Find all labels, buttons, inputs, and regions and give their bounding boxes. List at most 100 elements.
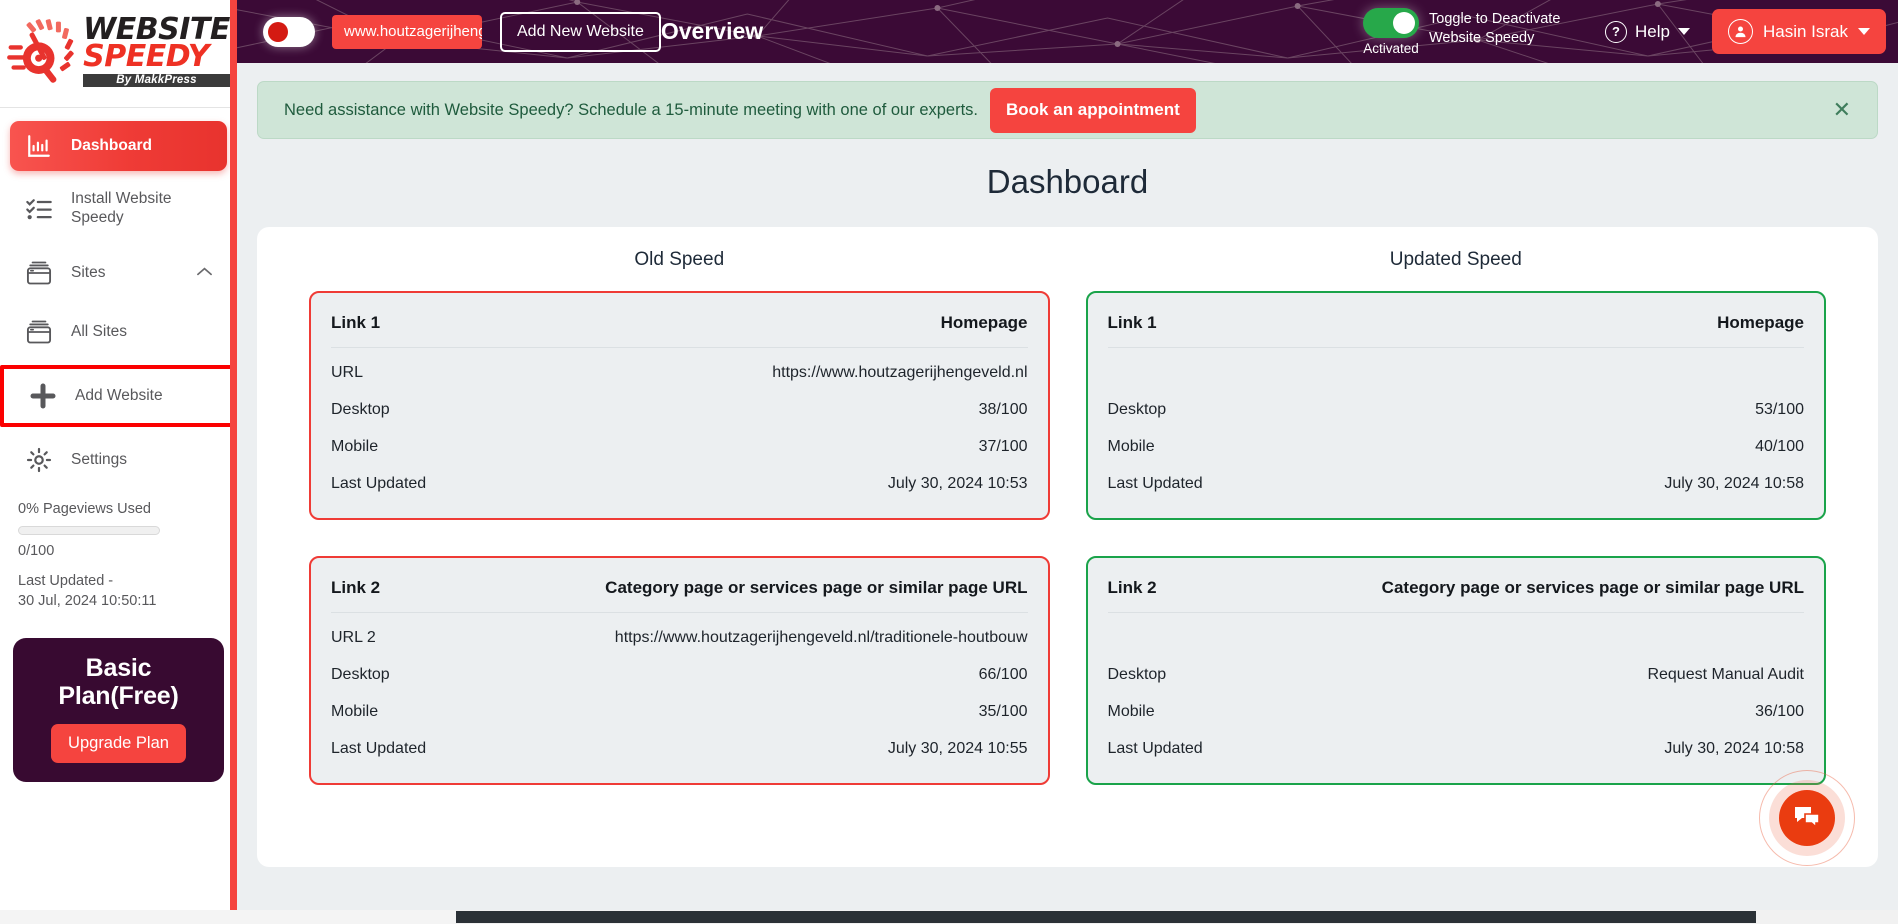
plan-name: Basic Plan(Free) xyxy=(58,654,179,710)
table-row: Mobile 35/100 xyxy=(331,687,1028,724)
card-old-link-1: Link 1 Homepage URL https://www.houtzage… xyxy=(309,291,1050,520)
sidebar-item-dashboard[interactable]: Dashboard xyxy=(10,121,227,171)
table-row: Desktop 38/100 xyxy=(331,385,1028,422)
activation-state-label: Activated xyxy=(1363,40,1419,56)
row-value: https://www.houtzagerijhengeveld.nl xyxy=(772,363,1028,381)
table-row xyxy=(1108,613,1805,650)
sidebar-item-install-website-speedy[interactable]: Install Website Speedy xyxy=(10,178,227,240)
horizontal-scrollbar-track[interactable] xyxy=(0,910,1898,924)
logo-tagline: By MakkPress xyxy=(83,73,230,88)
site-power-toggle[interactable] xyxy=(263,16,315,47)
row-key: Last Updated xyxy=(331,474,427,492)
column-updated-speed: Updated Speed Link 1 Homepage Desktop 53… xyxy=(1085,249,1826,821)
upgrade-plan-button[interactable]: Upgrade Plan xyxy=(51,724,186,764)
row-key: URL 2 xyxy=(331,628,376,646)
sidebar-item-all-sites[interactable]: All Sites xyxy=(10,306,227,358)
avatar-icon xyxy=(1727,19,1753,44)
row-value: July 30, 2024 10:53 xyxy=(887,474,1028,492)
logo-line-2: SPEEDY xyxy=(83,39,210,75)
activation-control: Activated Toggle to Deactivate Website S… xyxy=(1363,7,1569,56)
row-value: 37/100 xyxy=(978,437,1028,455)
main-content: www.houtzagerijhengev Add New Website Ov… xyxy=(237,0,1898,924)
add-new-website-button[interactable]: Add New Website xyxy=(500,11,661,52)
pageviews-progress-bar xyxy=(18,526,160,535)
sidebar-item-add-website[interactable]: Add Website xyxy=(0,365,236,427)
table-row: URL 2 https://www.houtzagerijhengeveld.n… xyxy=(331,613,1028,650)
sidebar-item-label: Settings xyxy=(71,450,128,468)
chat-bubbles-icon xyxy=(1795,807,1820,829)
user-menu[interactable]: Hasin Israk xyxy=(1711,9,1886,54)
card-updated-link-2: Link 2 Category page or services page or… xyxy=(1085,556,1826,785)
user-name-label: Hasin Israk xyxy=(1762,21,1848,41)
sidebar-item-sites[interactable]: Sites xyxy=(10,247,227,299)
book-appointment-button[interactable]: Book an appointment xyxy=(990,87,1196,133)
column-old-speed: Old Speed Link 1 Homepage URL https://ww… xyxy=(309,249,1050,821)
chart-bar-icon xyxy=(24,131,54,161)
horizontal-scrollbar-thumb[interactable] xyxy=(456,911,1756,923)
table-row: Mobile 40/100 xyxy=(1108,422,1805,459)
column-title: Old Speed xyxy=(634,249,725,270)
table-row: Last Updated July 30, 2024 10:58 xyxy=(1108,459,1805,496)
plan-card: Basic Plan(Free) Upgrade Plan xyxy=(13,638,224,783)
card-title: Link 1 xyxy=(331,313,381,332)
row-key: Desktop xyxy=(331,400,390,418)
table-row xyxy=(1108,348,1805,385)
speed-comparison-panel: Old Speed Link 1 Homepage URL https://ww… xyxy=(257,227,1878,867)
sidebar-item-settings[interactable]: Settings xyxy=(10,434,227,486)
row-key: Desktop xyxy=(1107,665,1167,683)
card-header: Link 2 Category page or services page or… xyxy=(331,578,1028,613)
row-value: July 30, 2024 10:58 xyxy=(1664,739,1804,757)
assistance-banner-text: Need assistance with Website Speedy? Sch… xyxy=(284,100,979,119)
card-subtitle: Category page or services page or simila… xyxy=(605,578,1028,597)
checklist-icon xyxy=(24,194,54,224)
row-value: 35/100 xyxy=(978,702,1028,720)
pageviews-count: 0/100 xyxy=(18,543,55,559)
current-site-pill[interactable]: www.houtzagerijhengev xyxy=(332,14,482,49)
chat-widget[interactable] xyxy=(1759,770,1855,866)
column-title: Updated Speed xyxy=(1389,249,1522,270)
row-key: Desktop xyxy=(1107,400,1167,418)
row-value: 40/100 xyxy=(1755,437,1804,455)
activation-toggle-knob xyxy=(1393,11,1415,34)
chevron-up-icon[interactable] xyxy=(196,264,213,282)
table-row: Desktop 66/100 xyxy=(331,650,1028,687)
table-row: Mobile 36/100 xyxy=(1108,687,1805,724)
help-label: Help xyxy=(1635,21,1670,41)
table-row: URL https://www.houtzagerijhengeveld.nl xyxy=(331,348,1028,385)
card-subtitle: Category page or services page or simila… xyxy=(1381,578,1804,597)
pageviews-usage: 0% Pageviews Used 0/100 Last Updated - 3… xyxy=(0,493,237,611)
table-row: Last Updated July 30, 2024 10:53 xyxy=(331,459,1028,496)
card-subtitle: Homepage xyxy=(1717,313,1804,332)
table-row: Last Updated July 30, 2024 10:58 xyxy=(1108,724,1805,761)
card-old-link-2: Link 2 Category page or services page or… xyxy=(309,556,1050,785)
close-icon[interactable]: ✕ xyxy=(1825,95,1859,125)
question-circle-icon: ? xyxy=(1605,20,1627,43)
card-header: Link 2 Category page or services page or… xyxy=(1107,578,1804,613)
row-value: 36/100 xyxy=(1755,702,1804,720)
sidebar: WEBSITE SPEEDY By MakkPress Dashboard In… xyxy=(0,0,237,924)
chat-button[interactable] xyxy=(1779,790,1835,846)
app-logo[interactable]: WEBSITE SPEEDY By MakkPress xyxy=(0,0,237,108)
pageviews-usage-title: 0% Pageviews Used xyxy=(18,501,151,517)
chevron-down-icon xyxy=(1858,28,1870,35)
card-title: Link 1 xyxy=(1107,313,1157,332)
sidebar-item-label: Add Website xyxy=(75,386,163,404)
horizontal-scrollbar-left-pad xyxy=(0,910,456,924)
row-value: 38/100 xyxy=(978,400,1028,418)
plus-icon xyxy=(28,381,58,411)
window-stack-icon xyxy=(24,317,54,347)
row-value: 66/100 xyxy=(978,665,1028,683)
table-row: Desktop 53/100 xyxy=(1108,385,1805,422)
row-key: Mobile xyxy=(1107,437,1155,455)
row-value: July 30, 2024 10:58 xyxy=(1664,474,1804,492)
chevron-down-icon xyxy=(1677,28,1690,35)
activation-toggle[interactable] xyxy=(1363,7,1419,38)
help-menu[interactable]: ? Help xyxy=(1605,20,1690,43)
table-row: Desktop Request Manual Audit xyxy=(1108,650,1805,687)
card-updated-link-1: Link 1 Homepage Desktop 53/100 Mobile 40… xyxy=(1085,291,1826,520)
gear-icon xyxy=(24,445,54,475)
card-title: Link 2 xyxy=(1107,578,1157,597)
row-value[interactable]: Request Manual Audit xyxy=(1647,666,1804,684)
assistance-banner: Need assistance with Website Speedy? Sch… xyxy=(257,81,1878,139)
table-row: Mobile 37/100 xyxy=(331,422,1028,459)
